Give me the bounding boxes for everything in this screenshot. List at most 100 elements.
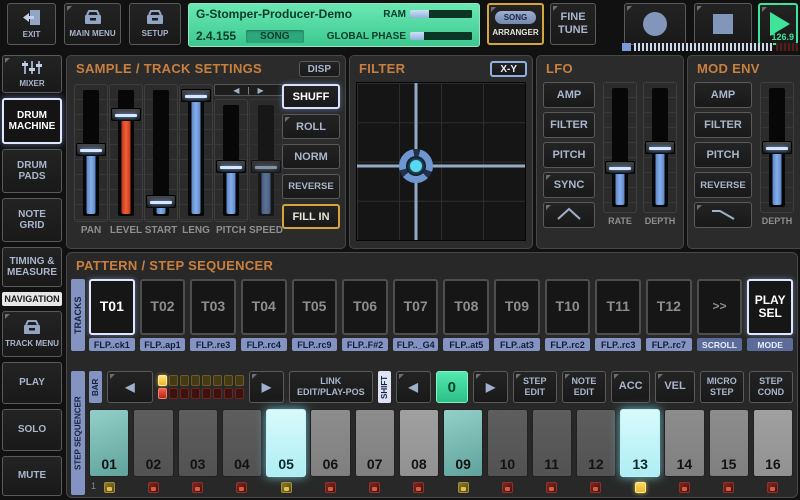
step-button-06[interactable]: 06 [310, 409, 350, 477]
track-button-t10[interactable]: T10 [545, 279, 591, 335]
pan-slider[interactable] [74, 84, 108, 222]
track-sample-label[interactable]: FLP..rc9 [292, 338, 338, 351]
step-button-14[interactable]: 14 [664, 409, 704, 477]
track-button-t02[interactable]: T02 [140, 279, 186, 335]
stop-button[interactable] [694, 3, 752, 45]
setup-button[interactable]: SETUP [129, 3, 181, 45]
step-button-01[interactable]: 01 [89, 409, 129, 477]
track-sample-label[interactable]: FLP..ck1 [89, 338, 135, 351]
track-button-t06[interactable]: T06 [342, 279, 388, 335]
bar-prev-button[interactable]: ◀ [107, 371, 153, 403]
track-button-t03[interactable]: T03 [190, 279, 236, 335]
sidebar-item-solo[interactable]: SOLO [2, 409, 62, 451]
mode-badge[interactable]: SONG [246, 30, 303, 43]
roll-button[interactable]: ROLL [282, 114, 340, 139]
disp-button[interactable]: DISP [299, 61, 340, 77]
accent-button[interactable]: ACC [611, 371, 650, 403]
track-button-t05[interactable]: T05 [292, 279, 338, 335]
track-sample-label[interactable]: FLP..rc4 [241, 338, 287, 351]
lfo-depth-slider[interactable] [643, 82, 677, 213]
pitch-slider[interactable] [214, 99, 248, 222]
xy-puck[interactable] [399, 149, 433, 183]
track-button-t04[interactable]: T04 [241, 279, 287, 335]
sidebar-item-play[interactable]: PLAY [2, 362, 62, 404]
fill-in-button[interactable]: FILL IN [282, 204, 340, 229]
song-position-strip[interactable] [622, 43, 798, 51]
link-edit-play-pos-button[interactable]: LINK EDIT/PLAY-POS [289, 371, 373, 403]
lfo-sync-button[interactable]: SYNC [543, 172, 595, 198]
bar-next-button[interactable]: ▶ [249, 371, 284, 403]
mod-env-pitch-button[interactable]: PITCH [694, 142, 752, 168]
shuffle-button[interactable]: SHUFF [282, 84, 340, 109]
filter-xy-pad[interactable] [356, 82, 526, 241]
lfo-pitch-button[interactable]: PITCH [543, 142, 595, 168]
track-sample-label[interactable]: FLP..rc2 [545, 338, 591, 351]
step-button-09[interactable]: 09 [443, 409, 483, 477]
mod-env-reverse-button[interactable]: REVERSE [694, 172, 752, 198]
track-button-t01[interactable]: T01 [89, 279, 135, 335]
track-button-t08[interactable]: T08 [443, 279, 489, 335]
step-button-08[interactable]: 08 [399, 409, 439, 477]
tracks-scroll-button[interactable]: >> [697, 279, 743, 335]
track-sample-label[interactable]: FLP.._G4 [393, 338, 439, 351]
track-sample-label[interactable]: FLP..ap1 [140, 338, 186, 351]
step-edit-button[interactable]: STEPEDIT [513, 371, 557, 403]
step-button-13[interactable]: 13 [620, 409, 660, 477]
level-slider[interactable] [109, 84, 143, 222]
fine-tune-button[interactable]: FINE TUNE [550, 3, 596, 45]
track-sample-label[interactable]: FLP..rc3 [595, 338, 641, 351]
shift-right-button[interactable]: ▶ [473, 371, 508, 403]
lfo-rate-slider[interactable] [603, 82, 637, 213]
play-button[interactable]: 126.9 [758, 3, 798, 45]
sidebar-item-drum-pads[interactable]: DRUM PADS [2, 149, 62, 193]
step-button-11[interactable]: 11 [532, 409, 572, 477]
normalize-button[interactable]: NORM [282, 144, 340, 169]
sidebar-item-mute[interactable]: MUTE [2, 456, 62, 496]
track-button-t12[interactable]: T12 [646, 279, 692, 335]
track-button-t07[interactable]: T07 [393, 279, 439, 335]
note-edit-button[interactable]: NOTEEDIT [562, 371, 606, 403]
lfo-waveform-button[interactable] [543, 202, 595, 228]
start-slider[interactable] [144, 84, 178, 222]
lfo-amp-button[interactable]: AMP [543, 82, 595, 108]
lfo-filter-button[interactable]: FILTER [543, 112, 595, 138]
speed-slider[interactable] [249, 99, 283, 222]
bar-led-grid[interactable] [158, 371, 244, 403]
step-button-15[interactable]: 15 [709, 409, 749, 477]
sidebar-item-mixer[interactable]: MIXER [2, 55, 62, 93]
length-slider[interactable] [179, 84, 213, 222]
xy-mode-button[interactable]: X-Y [490, 61, 527, 77]
velocity-button[interactable]: VEL [655, 371, 694, 403]
step-button-12[interactable]: 12 [576, 409, 616, 477]
track-sample-label[interactable]: FLP..rc7 [646, 338, 692, 351]
track-sample-label[interactable]: FLP..F#2 [342, 338, 388, 351]
track-sample-label[interactable]: FLP..at5 [443, 338, 489, 351]
step-button-16[interactable]: 16 [753, 409, 793, 477]
record-button[interactable] [624, 3, 686, 45]
sidebar-item-timing-measure[interactable]: TIMING & MEASURE [2, 247, 62, 287]
step-button-10[interactable]: 10 [487, 409, 527, 477]
main-menu-button[interactable]: MAIN MENU [64, 3, 121, 45]
track-sample-label[interactable]: FLP..at3 [494, 338, 540, 351]
shift-left-button[interactable]: ◀ [396, 371, 431, 403]
mod-env-shape-button[interactable] [694, 202, 752, 228]
step-button-03[interactable]: 03 [178, 409, 218, 477]
exit-button[interactable]: EXIT [7, 3, 56, 45]
mod-env-filter-button[interactable]: FILTER [694, 112, 752, 138]
micro-step-button[interactable]: MICROSTEP [700, 371, 744, 403]
step-button-02[interactable]: 02 [133, 409, 173, 477]
play-sel-mode-button[interactable]: PLAY SEL [747, 279, 793, 335]
step-button-05[interactable]: 05 [266, 409, 306, 477]
track-sample-label[interactable]: FLP..re3 [190, 338, 236, 351]
track-button-t09[interactable]: T09 [494, 279, 540, 335]
mod-env-depth-slider[interactable] [760, 82, 794, 213]
reverse-button[interactable]: REVERSE [282, 174, 340, 199]
step-button-04[interactable]: 04 [222, 409, 262, 477]
step-condition-button[interactable]: STEPCOND [749, 371, 793, 403]
sidebar-item-note-grid[interactable]: NOTE GRID [2, 198, 62, 242]
track-button-t11[interactable]: T11 [595, 279, 641, 335]
song-arranger-button[interactable]: SONG ARRANGER [487, 3, 544, 45]
mod-env-amp-button[interactable]: AMP [694, 82, 752, 108]
sidebar-item-drum-machine[interactable]: DRUM MACHINE [2, 98, 62, 144]
step-button-07[interactable]: 07 [355, 409, 395, 477]
